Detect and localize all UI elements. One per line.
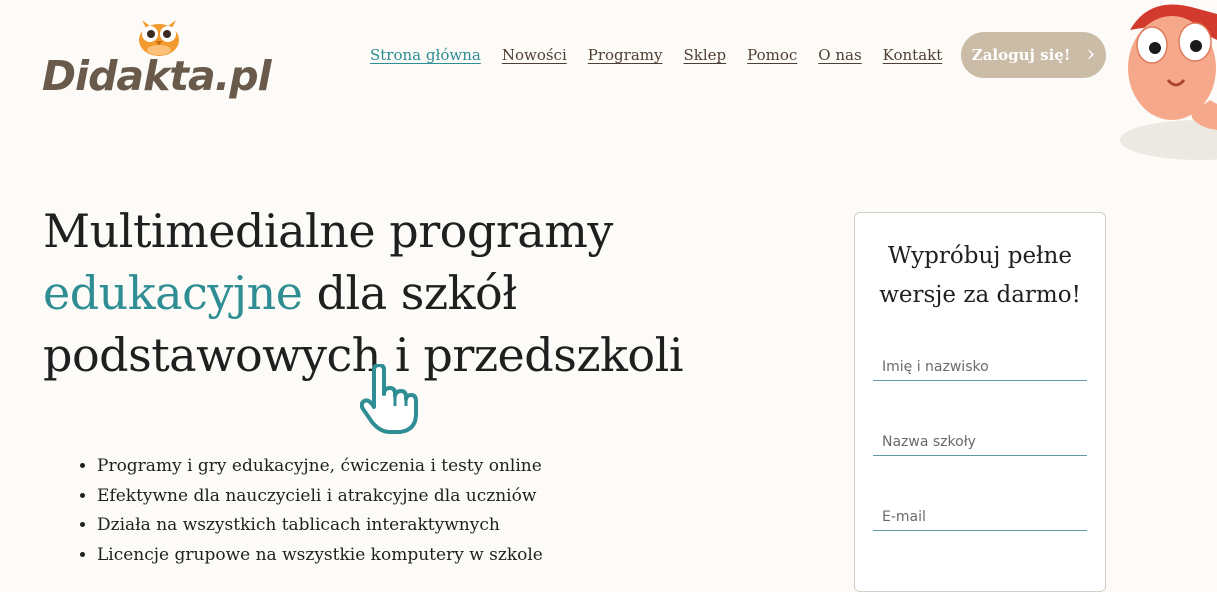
hero-line-1: Multimedialne programy xyxy=(43,204,613,258)
nav-link-news[interactable]: Nowości xyxy=(502,46,567,64)
login-button-label: Zaloguj się! xyxy=(971,46,1071,64)
login-button[interactable]: Zaloguj się! › xyxy=(961,32,1106,78)
school-name-field[interactable] xyxy=(873,434,1087,456)
hero-accent-word: edukacyjne xyxy=(43,266,303,320)
nav-link-home[interactable]: Strona główna xyxy=(370,46,481,64)
trial-signup-form: Wypróbuj pełne wersje za darmo! xyxy=(854,212,1106,592)
nav-link-about[interactable]: O nas xyxy=(818,46,861,64)
owl-logo-icon xyxy=(139,20,179,56)
site-logo[interactable]: Didakta.pl xyxy=(42,16,272,100)
email-field[interactable] xyxy=(873,509,1087,531)
chevron-right-icon: › xyxy=(1086,42,1096,67)
nav-link-help[interactable]: Pomoc xyxy=(747,46,797,64)
list-item: Licencje grupowe na wszystkie komputery … xyxy=(97,541,543,571)
signup-title: Wypróbuj pełne wersje za darmo! xyxy=(855,237,1105,315)
main-navigation: Strona główna Nowości Programy Sklep Pom… xyxy=(370,46,942,64)
list-item: Programy i gry edukacyjne, ćwiczenia i t… xyxy=(97,452,543,482)
pointing-hand-icon xyxy=(360,364,418,434)
list-item: Działa na wszystkich tablicach interakty… xyxy=(97,511,543,541)
nav-link-contact[interactable]: Kontakt xyxy=(883,46,943,64)
nav-link-shop[interactable]: Sklep xyxy=(683,46,726,64)
feature-list: Programy i gry edukacyjne, ćwiczenia i t… xyxy=(55,452,543,570)
signup-title-line-2: wersje za darmo! xyxy=(879,282,1081,308)
name-field[interactable] xyxy=(873,359,1087,381)
signup-title-line-1: Wypróbuj pełne xyxy=(888,243,1072,269)
hero-line-2-rest: dla szkół xyxy=(302,266,518,320)
mascot-character xyxy=(1120,4,1217,160)
list-item: Efektywne dla nauczycieli i atrakcyjne d… xyxy=(97,482,543,512)
nav-link-programs[interactable]: Programy xyxy=(588,46,663,64)
logo-wordmark: Didakta.pl xyxy=(42,52,272,100)
hero-heading: Multimedialne programy edukacyjne dla sz… xyxy=(43,200,803,386)
